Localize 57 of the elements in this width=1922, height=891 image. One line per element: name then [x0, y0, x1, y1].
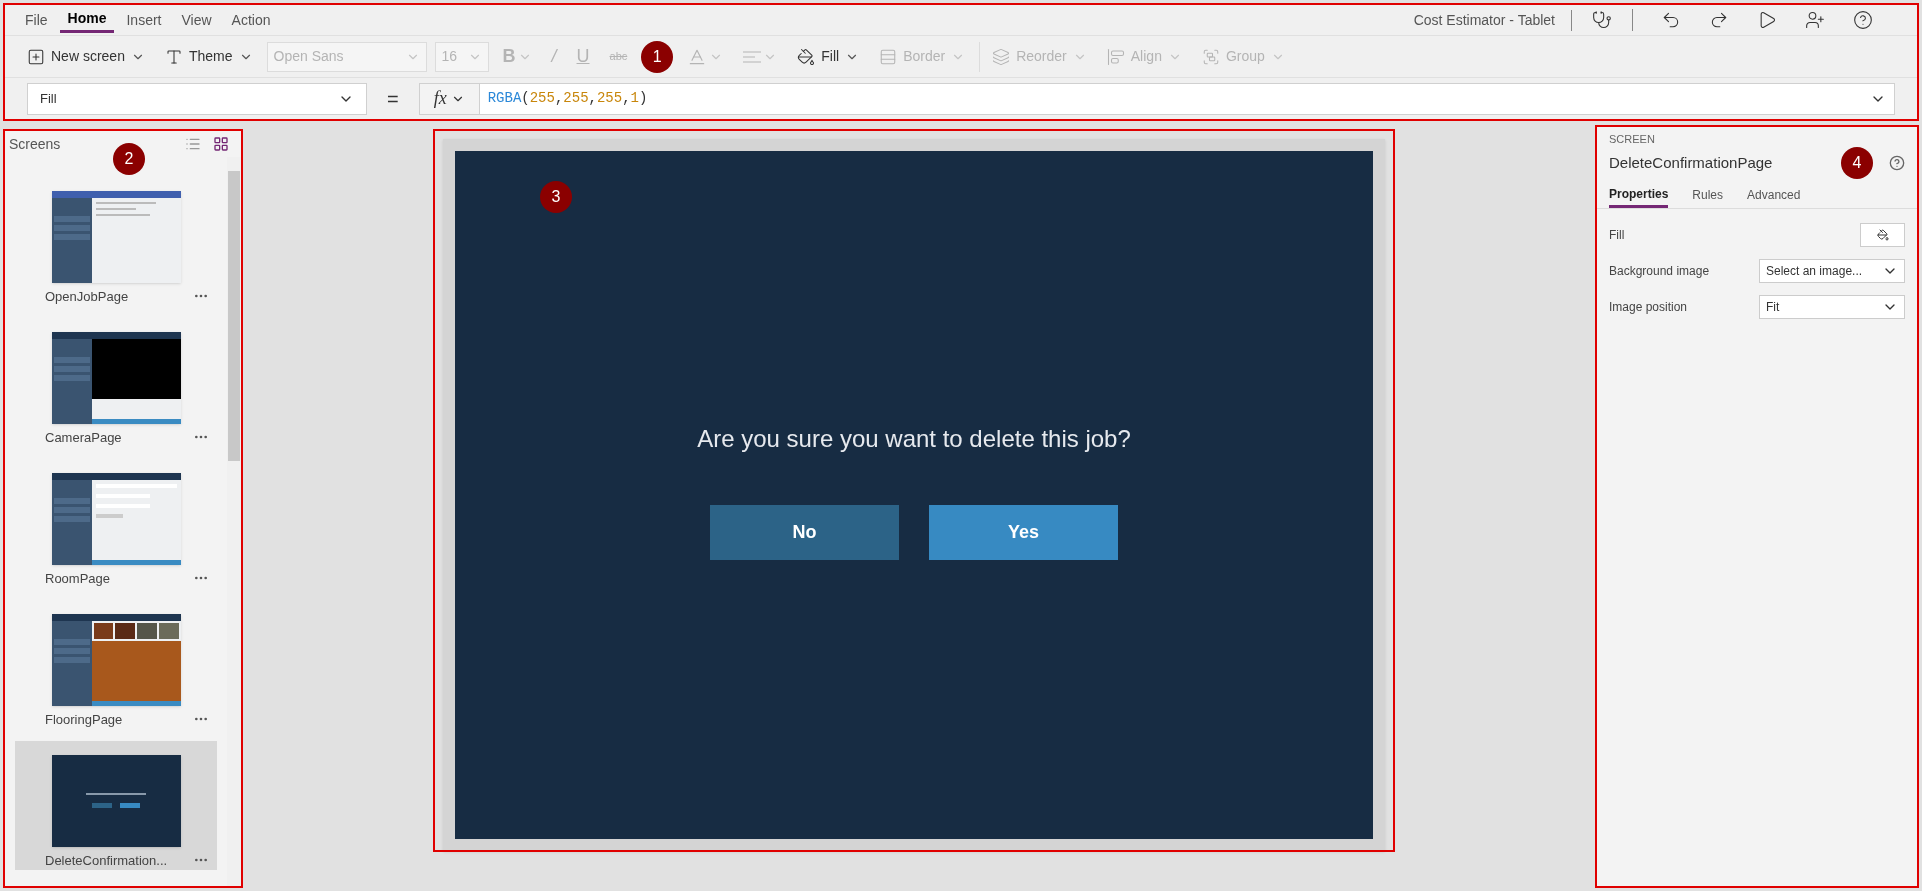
panel-tab[interactable]: Rules	[1692, 182, 1724, 208]
layers-icon	[992, 47, 1011, 66]
paint-bucket-icon	[1876, 229, 1889, 241]
property-label: Fill	[1609, 227, 1625, 244]
redo-icon[interactable]	[1709, 10, 1729, 30]
screen-name: CameraPage	[45, 428, 122, 447]
property-dropdown[interactable]: Select an image...	[1759, 259, 1905, 283]
screen-list-item[interactable]: OpenJobPage	[15, 177, 217, 306]
panel-title: Screens	[9, 134, 61, 154]
list-view-icon[interactable]	[185, 136, 201, 152]
equals-sign: =	[386, 86, 400, 112]
menu-tab[interactable]: Home	[59, 7, 115, 33]
screen-name: FlooringPage	[45, 710, 123, 729]
panel-tab[interactable]: Advanced	[1747, 182, 1801, 208]
dialog-button[interactable]: Yes	[929, 505, 1118, 560]
menu-tab[interactable]: File	[17, 7, 56, 33]
property-dropdown[interactable]: Fit	[1759, 295, 1905, 319]
app-title: Cost Estimator - Tablet	[1413, 9, 1572, 31]
screen-title: DeleteConfirmationPage	[1609, 152, 1773, 173]
undo-icon[interactable]	[1661, 10, 1681, 30]
group-frame-icon	[1201, 47, 1220, 66]
menu-tab[interactable]: View	[173, 7, 220, 33]
control-type: SCREEN	[1609, 132, 1656, 147]
align-bars-icon	[1106, 47, 1125, 66]
property-label: Background image	[1609, 263, 1710, 280]
screen-name: OpenJobPage	[45, 287, 129, 306]
grid-view-icon[interactable]	[213, 136, 229, 152]
user-plus-icon[interactable]	[1805, 10, 1825, 30]
screen-list-item[interactable]: FlooringPage	[15, 600, 217, 729]
panel-tab[interactable]: Properties	[1609, 182, 1669, 208]
dialog-button[interactable]: No	[710, 505, 899, 560]
callout-badge: 3	[540, 181, 572, 213]
paint-bucket-icon	[797, 47, 816, 66]
toolbar-button[interactable]: Fill	[787, 41, 870, 72]
letters-icon	[164, 47, 183, 66]
callout-badge: 4	[1841, 147, 1873, 179]
menu-tab[interactable]: Action	[223, 7, 279, 33]
border-lines-icon	[879, 47, 898, 66]
toolbar-button[interactable]: Theme	[154, 41, 263, 72]
property-label: Image position	[1609, 299, 1688, 316]
screen-name: RoomPage	[45, 569, 111, 588]
help-icon[interactable]	[1853, 10, 1873, 30]
callout-badge: 2	[113, 143, 145, 175]
help-icon[interactable]	[1889, 154, 1905, 171]
screen-list-item[interactable]: DeleteConfirmation...	[15, 741, 217, 870]
screen-plus-icon	[27, 47, 45, 66]
confirmation-message: Are you sure you want to delete this job?	[697, 424, 1131, 454]
color-picker-button[interactable]	[1860, 223, 1905, 247]
screen-name: DeleteConfirmation...	[45, 851, 168, 870]
menu-tab[interactable]: Insert	[118, 7, 170, 33]
screen-list-item[interactable]: CameraPage	[15, 318, 217, 447]
stethoscope-icon[interactable]	[1592, 10, 1612, 30]
screen-list-item[interactable]: RoomPage	[15, 459, 217, 588]
property-dropdown[interactable]: Fill	[27, 82, 367, 115]
align-lines-icon	[743, 50, 762, 63]
callout-badge: 1	[641, 40, 674, 73]
toolbar-button[interactable]: New screen	[17, 41, 155, 72]
